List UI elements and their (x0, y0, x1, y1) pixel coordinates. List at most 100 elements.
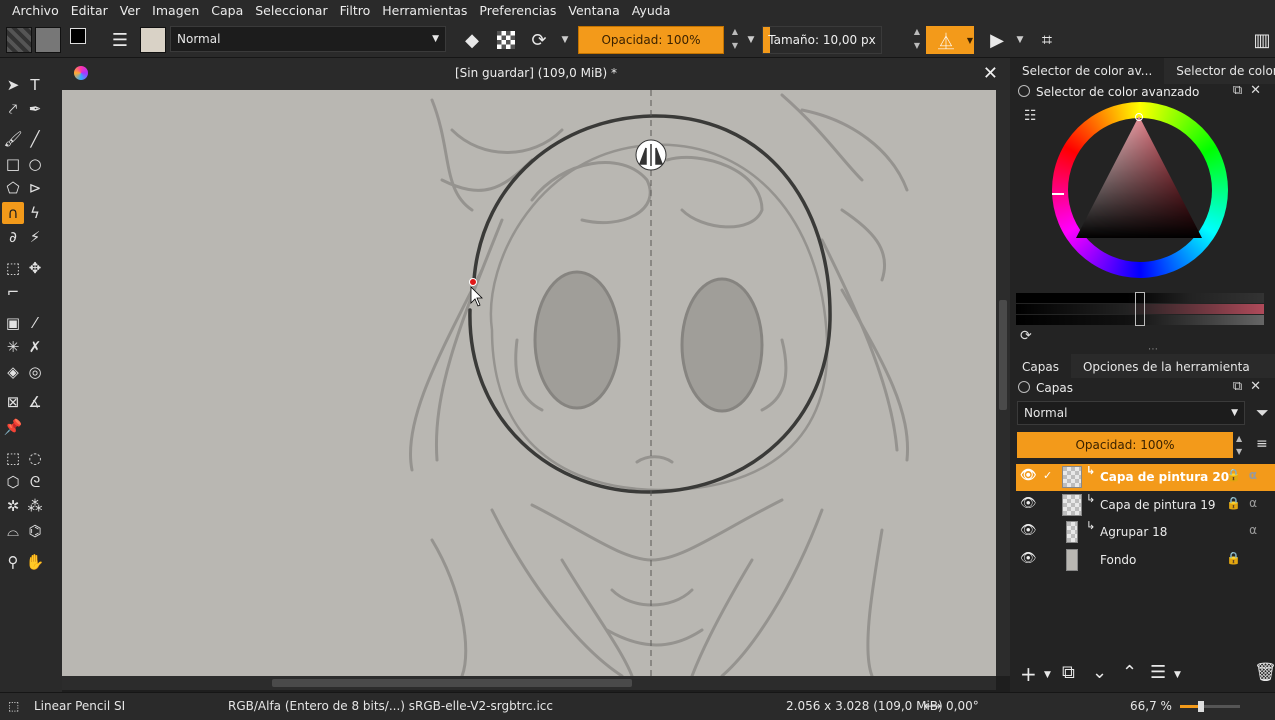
checkmark-icon[interactable]: ✓ (1043, 470, 1055, 482)
color-settings-icon[interactable]: ☷ (1024, 108, 1037, 124)
move-layer-down-icon[interactable]: ⌄ (1092, 662, 1107, 683)
crop-tool-icon[interactable]: ⌐ (2, 281, 24, 303)
drawing-canvas[interactable] (62, 90, 996, 676)
move-tool-icon[interactable]: ✥ (24, 257, 46, 279)
delete-layer-icon[interactable]: 🗑 (1254, 662, 1275, 683)
tab-advanced-color-selector[interactable]: Selector de color av... (1010, 58, 1165, 84)
duplicate-layer-icon[interactable]: ⧉ (1062, 662, 1075, 683)
move-layer-up-icon[interactable]: ⌃ (1122, 662, 1137, 683)
brush-settings-icon[interactable]: ☰ (108, 26, 132, 54)
layer-blend-mode-dropdown[interactable]: Normal ▼ (1017, 401, 1245, 425)
pin-icon[interactable] (1018, 381, 1030, 393)
visibility-eye-icon[interactable]: 👁 (1020, 496, 1037, 511)
alpha-icon[interactable]: α (1249, 523, 1257, 537)
zoom-level[interactable]: 66,7 % (1130, 699, 1172, 713)
menu-filtro[interactable]: Filtro (334, 0, 377, 22)
colorize-mask-icon[interactable]: ✗ (24, 336, 46, 358)
freehand-brush-icon[interactable]: 🖌 (2, 128, 24, 150)
opacity-slider[interactable]: Opacidad: 100% (578, 26, 724, 54)
layer-properties-icon[interactable]: ☰ (1150, 662, 1166, 683)
tab-specific-color-selector[interactable]: Selector de color esp... (1164, 58, 1275, 84)
opacity-spinner[interactable]: ▲ ▼ (728, 26, 742, 52)
zoom-slider[interactable] (1180, 701, 1240, 712)
vertical-mirror-chevron-icon[interactable]: ▼ (1014, 26, 1026, 54)
text-tool-icon[interactable]: T (24, 74, 46, 96)
size-slider[interactable]: Tamaño: 10,00 px (762, 26, 882, 54)
menu-ventana[interactable]: Ventana (562, 0, 625, 22)
measure-tool-icon[interactable]: ∡ (24, 391, 46, 413)
rotation-value[interactable]: 0,00° (946, 699, 979, 713)
contiguous-select-icon[interactable]: ✲ (2, 495, 24, 517)
polygon-tool-icon[interactable]: ⬠ (2, 177, 24, 199)
horizontal-mirror-icon[interactable]: ⏅ (926, 26, 966, 54)
workspace-icon[interactable]: ▥ (1250, 26, 1274, 54)
menu-archivo[interactable]: Archivo (6, 0, 65, 22)
reload-options-chevron-icon[interactable]: ▼ (558, 26, 572, 54)
enclose-fill-icon[interactable]: ◎ (24, 361, 46, 383)
menu-editar[interactable]: Editar (65, 0, 114, 22)
layer-row[interactable]: 👁 ↳ Agrupar 18 α (1016, 519, 1275, 546)
smart-patch-icon[interactable]: ✳ (2, 336, 24, 358)
alpha-lock-icon[interactable] (494, 26, 518, 54)
pin-icon[interactable] (1018, 85, 1030, 97)
layer-options-icon[interactable]: ≡ (1256, 436, 1268, 452)
dynamic-brush-icon[interactable]: ∂ (2, 226, 24, 248)
brush-preset-icon[interactable]: ⬚ (8, 699, 19, 713)
menu-herramientas[interactable]: Herramientas (376, 0, 473, 22)
document-tab[interactable]: [Sin guardar] (109,0 MiB) * ✕ (62, 58, 1010, 90)
filter-icon[interactable]: ⏷ (1256, 403, 1269, 423)
calligraphy-icon[interactable]: ✒ (24, 98, 46, 120)
size-spinner[interactable]: ▲ ▼ (910, 26, 924, 52)
vertical-mirror-icon[interactable]: ▶ (984, 26, 1010, 54)
close-icon[interactable]: ✕ (983, 63, 998, 84)
canvas-vertical-scrollbar[interactable] (996, 90, 1010, 676)
rectangle-tool-icon[interactable]: □ (2, 153, 24, 175)
refresh-icon[interactable]: ⟳ (1020, 328, 1032, 344)
transform-tool-icon[interactable]: ⬚ (2, 257, 24, 279)
canvas-horizontal-scrollbar[interactable] (62, 676, 996, 690)
pan-tool-icon[interactable]: ✋ (24, 551, 46, 573)
zoom-tool-icon[interactable]: ⚲ (2, 551, 24, 573)
properties-chevron-icon[interactable]: ▼ (1174, 670, 1181, 680)
eraser-icon[interactable]: ◆ (460, 26, 484, 54)
menu-seleccionar[interactable]: Seleccionar (249, 0, 333, 22)
freehand-path-icon[interactable]: ϟ (24, 202, 46, 224)
color-space-info[interactable]: RGB/Alfa (Entero de 8 bits/...) sRGB-ell… (228, 699, 553, 713)
similar-select-icon[interactable]: ⁂ (24, 495, 46, 517)
layer-row[interactable]: 👁 ✓ ↳ Capa de pintura 20 🔒 α (1016, 464, 1275, 491)
menu-preferencias[interactable]: Preferencias (473, 0, 562, 22)
lock-icon[interactable]: 🔒 (1226, 496, 1241, 510)
polygon-select-icon[interactable]: ⬡ (2, 471, 24, 493)
layer-row[interactable]: 👁 Fondo 🔒 (1016, 547, 1275, 574)
reference-images-icon[interactable]: 📌 (2, 416, 24, 438)
pattern-selector[interactable] (35, 26, 61, 54)
layer-opacity-slider[interactable]: Opacidad: 100% (1017, 432, 1233, 458)
color-picker-icon[interactable]: ⁄ (24, 312, 46, 334)
lock-icon[interactable]: 🔒 (1226, 551, 1241, 565)
group-expand-icon[interactable]: ↳ (1086, 519, 1095, 532)
menu-ver[interactable]: Ver (114, 0, 146, 22)
reload-preset-icon[interactable]: ⟳ (526, 26, 552, 54)
polyline-tool-icon[interactable]: ⊳ (24, 177, 46, 199)
float-close-icons[interactable]: ⧉✕ (1233, 83, 1269, 98)
add-layer-chevron-icon[interactable]: ▼ (1044, 670, 1051, 680)
visibility-eye-icon[interactable]: 👁 (1020, 551, 1037, 566)
edit-shapes-icon[interactable]: ⤤ (2, 98, 24, 120)
rect-select-icon[interactable]: ⬚ (2, 447, 24, 469)
tab-layers[interactable]: Capas (1010, 354, 1071, 378)
bezier-curve-tool-icon[interactable]: ∩ (2, 202, 24, 224)
freehand-select-icon[interactable]: ᘓ (24, 471, 46, 493)
fg-bg-color-selector[interactable] (68, 26, 96, 54)
fill-tool-icon[interactable]: ◈ (2, 361, 24, 383)
menu-imagen[interactable]: Imagen (146, 0, 205, 22)
layer-row[interactable]: 👁 ↳ Capa de pintura 19 🔒 α (1016, 492, 1275, 519)
gradient-tool-icon[interactable]: ▣ (2, 312, 24, 334)
float-close-icons[interactable]: ⧉✕ (1233, 379, 1269, 394)
visibility-eye-icon[interactable]: 👁 (1020, 468, 1037, 483)
brush-preset-button[interactable] (140, 26, 166, 54)
layer-opacity-spinner[interactable]: ▲ ▼ (1236, 432, 1248, 458)
select-shapes-icon[interactable]: ➤ (2, 74, 24, 96)
ellipse-tool-icon[interactable]: ○ (24, 153, 46, 175)
gradient-selector[interactable] (6, 26, 32, 54)
multibrush-icon[interactable]: ⚡ (24, 226, 46, 248)
